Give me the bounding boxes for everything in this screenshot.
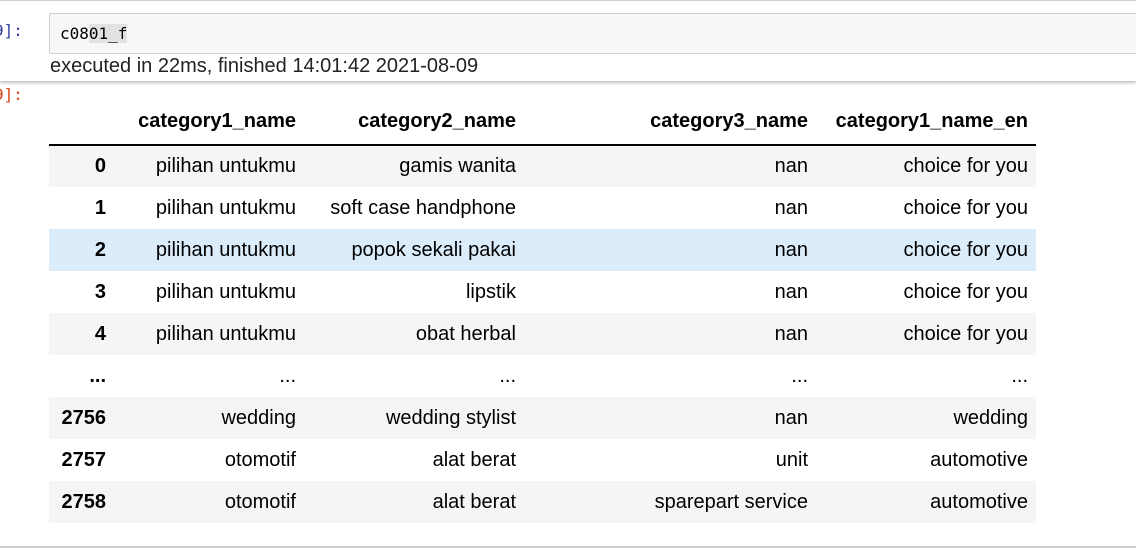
table-cell: nan: [774, 322, 808, 345]
table-cell: nan: [774, 238, 808, 261]
row-index: 2: [94, 238, 106, 261]
table-cell: nan: [774, 406, 808, 429]
table-cell: choice for you: [903, 155, 1028, 177]
table-cell: alat berat: [432, 448, 516, 471]
code-text: c08: [60, 24, 89, 43]
table-cell: choice for you: [903, 322, 1028, 345]
column-header: category1_name_en: [816, 103, 1036, 146]
table-cell: nan: [774, 196, 808, 219]
column-header: category3_name: [524, 103, 816, 146]
table-row: 2758 otomotif alat berat sparepart servi…: [49, 481, 1036, 523]
table-cell: sparepart service: [654, 490, 808, 513]
table-cell: lipstik: [465, 280, 516, 303]
table-cell: choice for you: [903, 280, 1028, 303]
table-cell: automotive: [930, 448, 1028, 471]
table-cell: wedding stylist: [385, 406, 516, 429]
table-cell: popok sekali pakai: [351, 238, 516, 261]
table-cell: wedding: [221, 406, 296, 429]
table-row: 3 pilihan untukmu lipstik nan choice for…: [49, 271, 1036, 313]
row-index: 2757: [61, 448, 107, 471]
table-cell: pilihan untukmu: [155, 238, 296, 261]
table-cell: ...: [1011, 364, 1028, 387]
column-header: category2_name: [304, 103, 524, 146]
input-prompt: 9]:: [0, 21, 23, 40]
table-cell: pilihan untukmu: [155, 322, 296, 345]
row-index: ...: [89, 364, 106, 387]
table-cell: nan: [774, 155, 808, 177]
table-cell: choice for you: [903, 196, 1028, 219]
execution-time: executed in 22ms, finished 14:01:42 2021…: [50, 55, 479, 77]
table-cell: ...: [279, 364, 296, 387]
table-cell: choice for you: [903, 238, 1028, 261]
table-cell: unit: [775, 448, 808, 471]
table-cell: automotive: [930, 490, 1028, 513]
table-row: 2756 wedding wedding stylist nan wedding: [49, 397, 1036, 439]
row-index: 4: [94, 322, 106, 345]
column-header-index: [49, 103, 114, 146]
column-header: category1_name: [114, 103, 304, 146]
table-cell: pilihan untukmu: [155, 155, 296, 177]
code-editor[interactable]: c0801_f: [49, 13, 1136, 54]
row-index: 3: [94, 280, 106, 303]
table-cell: otomotif: [224, 448, 296, 471]
table-cell: soft case handphone: [330, 196, 516, 219]
table-row: 0 pilihan untukmu gamis wanita nan choic…: [49, 145, 1036, 187]
table-cell: pilihan untukmu: [155, 280, 296, 303]
row-index: 2758: [61, 490, 107, 513]
table-cell: obat herbal: [415, 322, 516, 345]
output-prompt: 9]:: [0, 85, 23, 104]
table-cell: wedding: [953, 406, 1028, 429]
notebook-page: 9]: c0801_f executed in 22ms, finished 1…: [0, 0, 1136, 555]
row-index: 1: [94, 196, 106, 219]
table-row: 4 pilihan untukmu obat herbal nan choice…: [49, 313, 1036, 355]
table-cell: nan: [774, 280, 808, 303]
table-cell: ...: [791, 364, 808, 387]
table-row-hovered: 2 pilihan untukmu popok sekali pakai nan…: [49, 229, 1036, 271]
input-cell[interactable]: 9]: c0801_f executed in 22ms, finished 1…: [0, 0, 1136, 81]
table-cell: ...: [499, 364, 516, 387]
code-line[interactable]: c0801_f: [60, 24, 128, 43]
code-selection: 01_f: [88, 24, 128, 43]
table-row-ellipsis: ... ... ... ... ...: [49, 355, 1036, 397]
row-index: 0: [94, 155, 106, 177]
cell-divider: [0, 546, 1136, 548]
row-index: 2756: [61, 406, 107, 429]
table-cell: gamis wanita: [399, 155, 516, 177]
table-row: 2757 otomotif alat berat unit automotive: [49, 439, 1036, 481]
table-cell: alat berat: [432, 490, 516, 513]
dataframe-table: category1_name category2_name category3_…: [49, 103, 1036, 523]
table-cell: pilihan untukmu: [155, 196, 296, 219]
table-header-row: category1_name category2_name category3_…: [49, 103, 1036, 146]
table-cell: otomotif: [224, 490, 296, 513]
table-row: 1 pilihan untukmu soft case handphone na…: [49, 187, 1036, 229]
